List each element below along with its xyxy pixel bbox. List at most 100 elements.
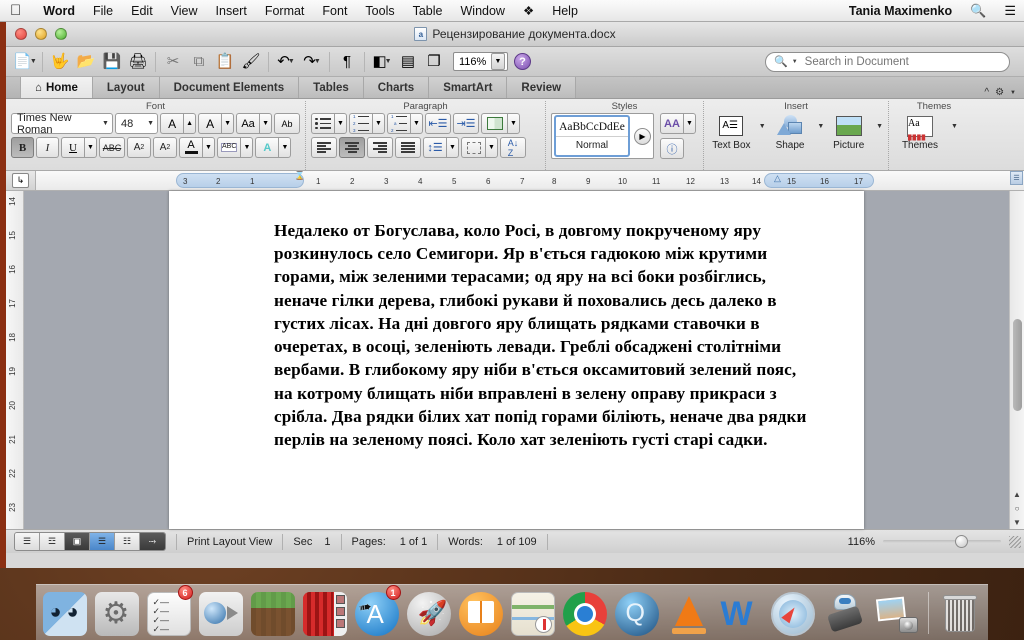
align-left-button[interactable] xyxy=(311,137,337,158)
paste-button[interactable]: 📋 xyxy=(212,50,238,74)
style-info-button[interactable]: ⓘ xyxy=(660,138,684,159)
superscript-button[interactable]: A2 xyxy=(127,137,151,158)
scroll-up-button[interactable]: ▲ xyxy=(1011,487,1024,501)
dropbox-icon[interactable]: ❖ xyxy=(514,3,543,18)
picture-button[interactable]: Picture xyxy=(826,113,871,151)
line-spacing-button[interactable]: ↕☰ ▼ xyxy=(423,137,459,158)
dock-item-quicktime[interactable]: Q xyxy=(612,586,662,636)
styles-gallery-next-button[interactable]: ▶ xyxy=(634,127,651,145)
bold-button[interactable]: B xyxy=(11,137,34,158)
zoom-slider-track[interactable] xyxy=(883,535,1001,548)
right-indent-marker[interactable]: △ xyxy=(774,173,781,184)
zoom-slider[interactable] xyxy=(883,535,1001,548)
chevron-down-icon[interactable]: ▼ xyxy=(491,53,505,70)
search-icon[interactable]: 🔍 xyxy=(961,3,995,19)
chevron-down-icon[interactable]: ▼ xyxy=(147,120,154,127)
browse-select-button[interactable]: ○ xyxy=(1011,501,1024,515)
document-page[interactable]: Недалеко от Богуслава, коло Росі, в довг… xyxy=(169,191,864,529)
align-justify-button[interactable] xyxy=(395,137,421,158)
publishing-view-button[interactable]: ▣ xyxy=(65,533,90,550)
font-name-combo[interactable]: Times New Roman ▼ xyxy=(11,112,113,136)
tab-layout[interactable]: Layout xyxy=(91,77,160,98)
tab-charts[interactable]: Charts xyxy=(362,77,430,98)
dock-item-minecraft[interactable] xyxy=(248,586,298,636)
menu-item-help[interactable]: Help xyxy=(543,4,587,18)
dock-item-system-preferences[interactable]: ⚙ xyxy=(92,586,142,636)
chevron-down-icon[interactable]: ▼ xyxy=(84,137,97,158)
dock-item-safari[interactable] xyxy=(768,586,818,636)
shrink-font-button[interactable]: A ▼ xyxy=(198,113,235,134)
chevron-down-icon[interactable]: ▼ xyxy=(240,137,254,158)
chevron-down-icon[interactable]: ▼ xyxy=(314,58,321,65)
underline-button[interactable]: U ▼ xyxy=(61,137,97,158)
left-indent-marker[interactable]: ⌛ xyxy=(294,171,305,181)
print-button[interactable]: 🖨 xyxy=(125,50,151,74)
dock-item-photo-booth[interactable] xyxy=(300,586,350,636)
cut-button[interactable]: ✂ xyxy=(160,50,186,74)
columns-button[interactable]: ▼ xyxy=(481,113,520,134)
dock-item-automator[interactable] xyxy=(820,586,870,636)
font-color-button[interactable]: A ▼ xyxy=(179,137,215,158)
change-case-button[interactable]: Aa ▼ xyxy=(236,113,273,134)
chevron-down-icon[interactable]: ▼ xyxy=(30,58,37,65)
search-box[interactable]: 🔍 ▼ xyxy=(765,51,1010,72)
chevron-down-icon[interactable]: ▼ xyxy=(334,113,347,134)
chevron-down-icon[interactable]: ▼ xyxy=(951,123,958,130)
undo-button[interactable]: ↶ ▼ xyxy=(273,50,299,74)
chevron-down-icon[interactable]: ▼ xyxy=(683,113,696,134)
menu-item-view[interactable]: View xyxy=(162,4,207,18)
dock-item-facetime[interactable] xyxy=(196,586,246,636)
menu-bar-user[interactable]: Tania Maximenko xyxy=(840,4,961,18)
horizontal-ruler[interactable]: 3 2 1 1 2 3 4 5 6 7 8 9 10 11 12 13 14 1… xyxy=(36,171,1024,190)
chevron-down-icon[interactable]: ▼ xyxy=(1010,90,1016,96)
draft-view-button[interactable]: ☰ xyxy=(15,533,40,550)
borders-button[interactable]: ▼ xyxy=(461,137,498,158)
decrease-indent-button[interactable]: ⇤☰ xyxy=(425,113,451,134)
list-icon[interactable]: ☰ xyxy=(995,3,1024,19)
chevron-down-icon[interactable]: ▼ xyxy=(817,123,824,130)
notebook-view-button[interactable]: ☷ xyxy=(115,533,140,550)
print-layout-view-button[interactable]: ☰ xyxy=(90,533,115,550)
copy-button[interactable]: ⧉ xyxy=(186,50,212,74)
increase-indent-button[interactable]: ⇥☰ xyxy=(453,113,479,134)
style-normal[interactable]: AaBbCcDdEe Normal xyxy=(554,115,630,157)
chevron-down-icon[interactable]: ▼ xyxy=(202,137,215,158)
scroll-down-button[interactable]: ▼ xyxy=(1011,515,1024,529)
manage-styles-button[interactable]: AA ▼ xyxy=(660,113,696,134)
help-button[interactable]: ? xyxy=(514,53,531,70)
tab-review[interactable]: Review xyxy=(506,77,577,98)
menu-item-table[interactable]: Table xyxy=(404,4,452,18)
vertical-ruler[interactable]: 14 15 16 17 18 19 20 21 22 23 xyxy=(6,191,24,529)
full-screen-view-button[interactable]: ⤑ xyxy=(140,533,165,550)
highlight-button[interactable]: ABC ▼ xyxy=(217,137,254,158)
sort-button[interactable]: A↓ Z xyxy=(500,137,526,158)
chevron-up-icon[interactable]: ^ xyxy=(984,87,989,98)
tab-tables[interactable]: Tables xyxy=(298,77,364,98)
dock-item-ibooks[interactable] xyxy=(456,586,506,636)
menu-item-window[interactable]: Window xyxy=(452,4,514,18)
media-browser-button[interactable]: ❐ xyxy=(421,50,447,74)
zoom-combo[interactable]: 116% ▼ xyxy=(453,52,508,71)
chevron-down-icon[interactable]: ▼ xyxy=(759,123,766,130)
shape-button[interactable]: Shape xyxy=(768,113,813,151)
chevron-down-icon[interactable]: ▼ xyxy=(278,137,292,158)
align-center-button[interactable] xyxy=(339,137,365,158)
menu-item-tools[interactable]: Tools xyxy=(356,4,403,18)
tab-document-elements[interactable]: Document Elements xyxy=(158,77,300,98)
chevron-down-icon[interactable]: ▼ xyxy=(259,113,273,134)
chevron-down-icon[interactable]: ▼ xyxy=(446,137,459,158)
apple-menu-icon[interactable]:  xyxy=(10,3,21,18)
outline-view-button[interactable]: ☲ xyxy=(40,533,65,550)
document-paragraph[interactable]: Недалеко от Богуслава, коло Росі, в довг… xyxy=(274,219,812,451)
chevron-down-icon[interactable]: ▼ xyxy=(102,120,109,127)
italic-button[interactable]: I xyxy=(36,137,59,158)
themes-button[interactable]: Aa ████ Themes xyxy=(894,113,946,151)
open-button[interactable]: 📂 xyxy=(73,50,99,74)
chevron-down-icon[interactable]: ▼ xyxy=(876,123,883,130)
window-resize-handle[interactable] xyxy=(1009,535,1021,548)
search-icon[interactable]: 🔍 xyxy=(774,55,788,68)
tab-home[interactable]: ⌂ Home xyxy=(20,77,93,98)
clear-formatting-button[interactable]: Ab xyxy=(274,113,300,134)
text-effects-button[interactable]: A ▼ xyxy=(255,137,292,158)
align-right-button[interactable] xyxy=(367,137,393,158)
